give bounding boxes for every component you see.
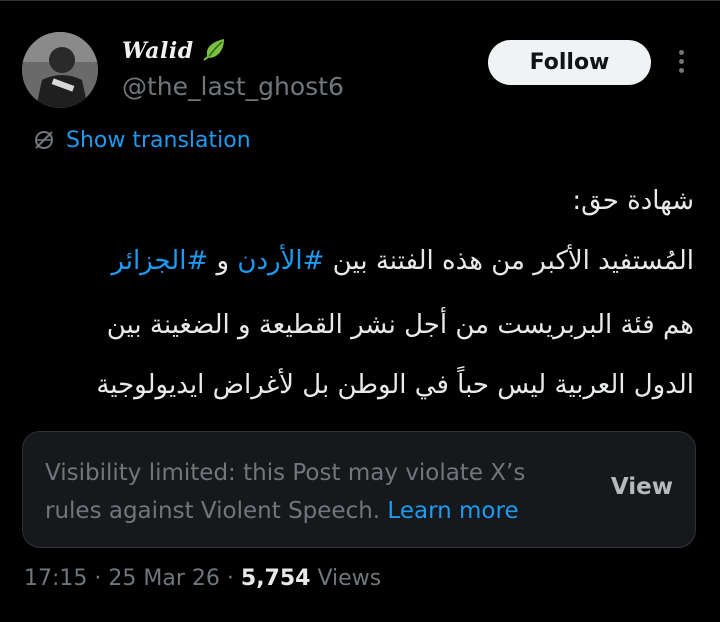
author-handle[interactable]: @the_last_ghost6	[122, 72, 344, 101]
meta-separator: ·	[94, 566, 102, 591]
author-display-name[interactable]: Walid	[122, 38, 194, 64]
leaf-icon	[203, 39, 224, 61]
post-date[interactable]: 25 Mar 26	[108, 566, 219, 591]
views-count[interactable]: 5,754	[241, 566, 311, 591]
learn-more-link[interactable]: Learn more	[387, 498, 518, 524]
post-text-line-1: شهادة حق:	[572, 186, 694, 216]
view-button[interactable]: View	[611, 474, 673, 500]
translate-icon	[35, 131, 53, 149]
post-text-line-4: الدول العربية ليس حباً في الوطن بل لأغرا…	[96, 370, 694, 400]
show-translation-link[interactable]: Show translation	[32, 124, 251, 156]
more-vertical-icon[interactable]	[670, 44, 694, 80]
post-text-line-3: هم فئة البربريست من أجل نشر القطيعة و ال…	[106, 310, 694, 340]
show-translation-label: Show translation	[66, 127, 251, 153]
views-label: Views	[317, 566, 382, 591]
meta-separator: ·	[226, 566, 234, 591]
post-time[interactable]: 17:15	[24, 566, 87, 591]
hashtag-jordan[interactable]: #الأردن	[237, 246, 324, 276]
notice-text: Visibility limited: this Post may violat…	[45, 454, 585, 530]
profile-photo-graphic	[22, 32, 98, 108]
post-text-line-2: المُستفيد الأكبر من هذه الفتنة بين #الأر…	[14, 246, 694, 276]
visibility-notice: Visibility limited: this Post may violat…	[22, 431, 696, 548]
post-text-segment: و	[208, 246, 238, 276]
post-meta: 17:15 · 25 Mar 26 · 5,754 Views	[24, 566, 381, 591]
avatar[interactable]	[22, 32, 98, 108]
hashtag-algeria[interactable]: #الجزائر	[111, 246, 208, 276]
top-divider	[0, 0, 720, 1]
follow-button[interactable]: Follow	[488, 40, 651, 85]
post-text-segment: المُستفيد الأكبر من هذه الفتنة بين	[324, 246, 694, 276]
